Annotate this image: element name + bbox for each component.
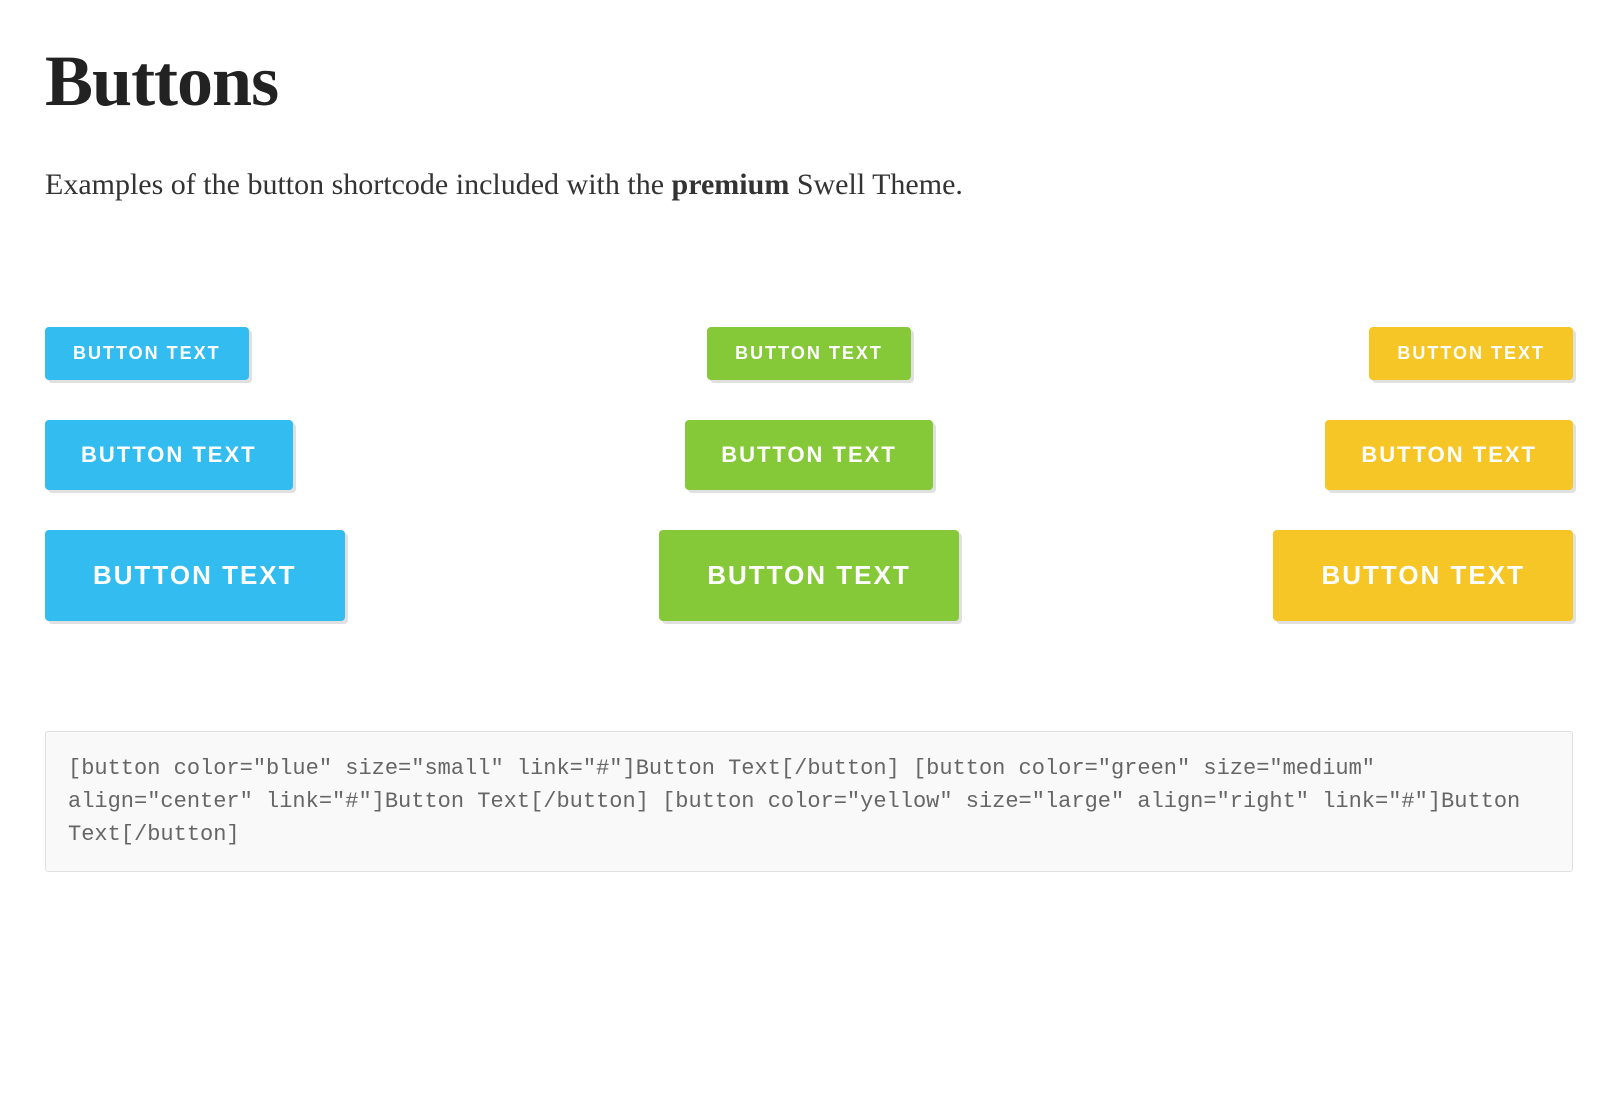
button-cell: BUTTON TEXT [1064,530,1573,621]
button-green-large[interactable]: BUTTON TEXT [659,530,959,621]
intro-paragraph: Examples of the button shortcode include… [45,163,1573,207]
page-title: Buttons [45,40,1573,123]
button-green-medium[interactable]: BUTTON TEXT [685,420,933,490]
button-grid: BUTTON TEXT BUTTON TEXT BUTTON TEXT BUTT… [45,327,1573,621]
intro-text-pre: Examples of the button shortcode include… [45,168,672,201]
button-yellow-small[interactable]: BUTTON TEXT [1369,327,1573,380]
button-cell: BUTTON TEXT [1064,420,1573,490]
intro-text-post: Swell Theme. [789,168,963,201]
button-blue-medium[interactable]: BUTTON TEXT [45,420,293,490]
button-cell: BUTTON TEXT [1064,327,1573,380]
button-cell: BUTTON TEXT [554,420,1063,490]
button-cell: BUTTON TEXT [45,420,554,490]
button-blue-small[interactable]: BUTTON TEXT [45,327,249,380]
button-yellow-medium[interactable]: BUTTON TEXT [1325,420,1573,490]
button-cell: BUTTON TEXT [554,530,1063,621]
button-cell: BUTTON TEXT [554,327,1063,380]
shortcode-example: [button color="blue" size="small" link="… [45,731,1573,872]
button-cell: BUTTON TEXT [45,530,554,621]
button-yellow-large[interactable]: BUTTON TEXT [1273,530,1573,621]
button-cell: BUTTON TEXT [45,327,554,380]
intro-text-strong: premium [672,168,790,201]
button-green-small[interactable]: BUTTON TEXT [707,327,911,380]
button-blue-large[interactable]: BUTTON TEXT [45,530,345,621]
